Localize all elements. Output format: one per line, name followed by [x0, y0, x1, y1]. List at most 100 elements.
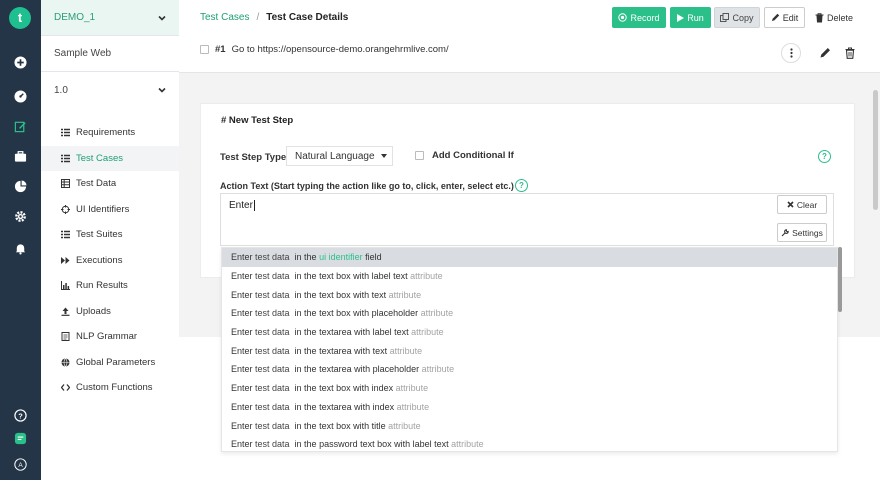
suggestion-tail: attribute — [451, 439, 484, 450]
breadcrumb: Test Cases / Test Case Details — [200, 12, 348, 23]
action-text-box[interactable]: Enter Clear Settings — [220, 193, 834, 246]
delete-step-icon[interactable] — [844, 47, 856, 59]
suggestion-item[interactable]: Enter test data in the ui identifier fie… — [222, 248, 837, 267]
test-step-type-select[interactable]: Natural Language — [286, 146, 393, 166]
project-selector[interactable]: DEMO_1 — [41, 0, 179, 36]
caret-down-icon — [380, 154, 387, 158]
suggestion-item[interactable]: Enter test data in the text box with ind… — [222, 379, 837, 398]
page-scrollbar[interactable] — [873, 90, 878, 210]
suggestion-item[interactable]: Enter test data in the textarea with lab… — [222, 323, 837, 342]
suggestion-item[interactable]: Enter test data in the text box with tit… — [222, 416, 837, 435]
edit-icon[interactable] — [0, 116, 41, 136]
sidebar-item-test-suites[interactable]: Test Suites — [41, 222, 179, 248]
settings-gear-icon[interactable] — [0, 206, 41, 226]
sidebar-item-custom-functions[interactable]: Custom Functions — [41, 375, 179, 401]
svg-text:A: A — [18, 461, 23, 468]
sidebar-item-executions[interactable]: Executions — [41, 248, 179, 274]
suggestion-head: Enter — [231, 439, 256, 450]
breadcrumb-test-cases-link[interactable]: Test Cases — [200, 12, 249, 23]
step-text[interactable]: Go to https://opensource-demo.orangehrml… — [232, 44, 449, 55]
sidebar-item-uploads[interactable]: Uploads — [41, 299, 179, 325]
suggestion-head: Enter — [231, 271, 256, 282]
chat-icon[interactable] — [0, 428, 41, 448]
suggestion-data: test data — [255, 308, 290, 319]
suggestion-head: Enter — [231, 327, 256, 338]
trash-icon — [815, 12, 824, 22]
suggestion-head: Enter — [231, 345, 256, 356]
target-icon — [61, 204, 70, 214]
suggestion-end: field — [362, 252, 382, 263]
record-button[interactable]: Record — [612, 7, 666, 28]
sidebar-item-run-results[interactable]: Run Results — [41, 273, 179, 299]
suggestion-mid: in the text box with index — [289, 383, 396, 394]
step-number: #1 — [215, 44, 226, 55]
briefcase-icon[interactable] — [0, 146, 41, 166]
suggestion-head: Enter — [231, 289, 256, 300]
suggestion-mid: in the — [289, 252, 320, 263]
suggestion-mid: in the text box with text — [289, 289, 389, 300]
help-icon[interactable]: ? — [818, 150, 831, 163]
suggestion-mid: in the textarea with text — [289, 345, 390, 356]
suggestion-tail: attribute — [421, 364, 455, 375]
breadcrumb-current: Test Case Details — [266, 12, 349, 23]
dashboard-icon[interactable] — [0, 86, 41, 106]
clear-button[interactable]: Clear — [777, 195, 827, 214]
edit-button[interactable]: Edit — [764, 7, 805, 28]
help-icon[interactable]: ? — [0, 405, 41, 425]
suggestion-mid: in the textarea with placeholder — [289, 364, 422, 375]
suggestion-mid: in the text box with title — [289, 420, 389, 431]
version-selector[interactable]: 1.0 — [41, 72, 179, 108]
sidebar-item-requirements[interactable]: Requirements — [41, 120, 179, 146]
step-checkbox[interactable] — [200, 45, 209, 54]
action-text-input[interactable]: Enter — [229, 200, 629, 211]
suggestion-mid: in the text box with label text — [289, 271, 411, 282]
svg-text:?: ? — [18, 411, 23, 420]
edit-step-icon[interactable] — [819, 47, 831, 59]
suggestion-item[interactable]: Enter test data in the textarea with ind… — [222, 398, 837, 417]
app-logo[interactable]: t — [9, 7, 31, 29]
action-text-label-text: Action Text (Start typing the action lik… — [220, 181, 514, 191]
suggestion-head: Enter — [231, 308, 256, 319]
suggestion-data: test data — [255, 252, 290, 263]
sidebar-item-test-data[interactable]: Test Data — [41, 171, 179, 197]
suggestion-item[interactable]: Enter test data in the text box with tex… — [222, 285, 837, 304]
more-options-button[interactable] — [781, 43, 801, 63]
pie-chart-icon[interactable] — [0, 176, 41, 196]
record-icon — [618, 13, 628, 22]
action-text-label: Action Text (Start typing the action lik… — [220, 181, 520, 191]
copy-button[interactable]: Copy — [714, 7, 760, 28]
user-avatar[interactable]: A — [0, 454, 41, 474]
card-title: # New Test Step — [221, 115, 294, 126]
suggestion-head: Enter — [231, 401, 256, 412]
suggestion-item[interactable]: Enter test data in the text box with lab… — [222, 267, 837, 286]
conditional-label: Add Conditional If — [432, 150, 514, 161]
suggestions-scrollbar[interactable] — [838, 247, 842, 312]
suggestion-item[interactable]: Enter test data in the textarea with tex… — [222, 341, 837, 360]
suggestion-item[interactable]: Enter test data in the text box with pla… — [222, 304, 837, 323]
sidebar-item-nlp-grammar[interactable]: NLP Grammar — [41, 324, 179, 350]
sidebar-item-label: Executions — [76, 254, 123, 266]
add-icon[interactable] — [0, 52, 41, 72]
bell-icon[interactable] — [0, 238, 41, 258]
delete-button[interactable]: Delete — [812, 7, 856, 28]
sidebar-menu: Requirements Test Cases Test Data UI Ide… — [41, 120, 179, 401]
play-icon — [677, 13, 685, 22]
add-conditional-checkbox[interactable]: Add Conditional If — [415, 150, 514, 161]
conditional-checkbox-box[interactable] — [415, 151, 424, 160]
left-rail: t ? A — [0, 0, 41, 480]
copy-icon — [720, 13, 730, 22]
sidebar-item-global-parameters[interactable]: Global Parameters — [41, 350, 179, 376]
sidebar-item-ui-identifiers[interactable]: UI Identifiers — [41, 197, 179, 223]
sidebar-item-label: Uploads — [76, 305, 111, 317]
sidebar-item-test-cases[interactable]: Test Cases — [41, 145, 179, 171]
settings-button[interactable]: Settings — [777, 223, 827, 242]
suggestion-item[interactable]: Enter test data in the textarea with pla… — [222, 360, 837, 379]
chevron-down-icon — [158, 15, 166, 21]
suggestion-item[interactable]: Enter test data in the password text box… — [222, 435, 837, 451]
application-selector[interactable]: Sample Web — [41, 36, 179, 72]
delete-label: Delete — [826, 12, 853, 23]
run-button[interactable]: Run — [670, 7, 711, 28]
help-icon[interactable]: ? — [515, 179, 528, 192]
sidebar: DEMO_1 Sample Web 1.0 Requirements Test … — [41, 0, 179, 480]
sidebar-item-label: Run Results — [76, 280, 128, 292]
